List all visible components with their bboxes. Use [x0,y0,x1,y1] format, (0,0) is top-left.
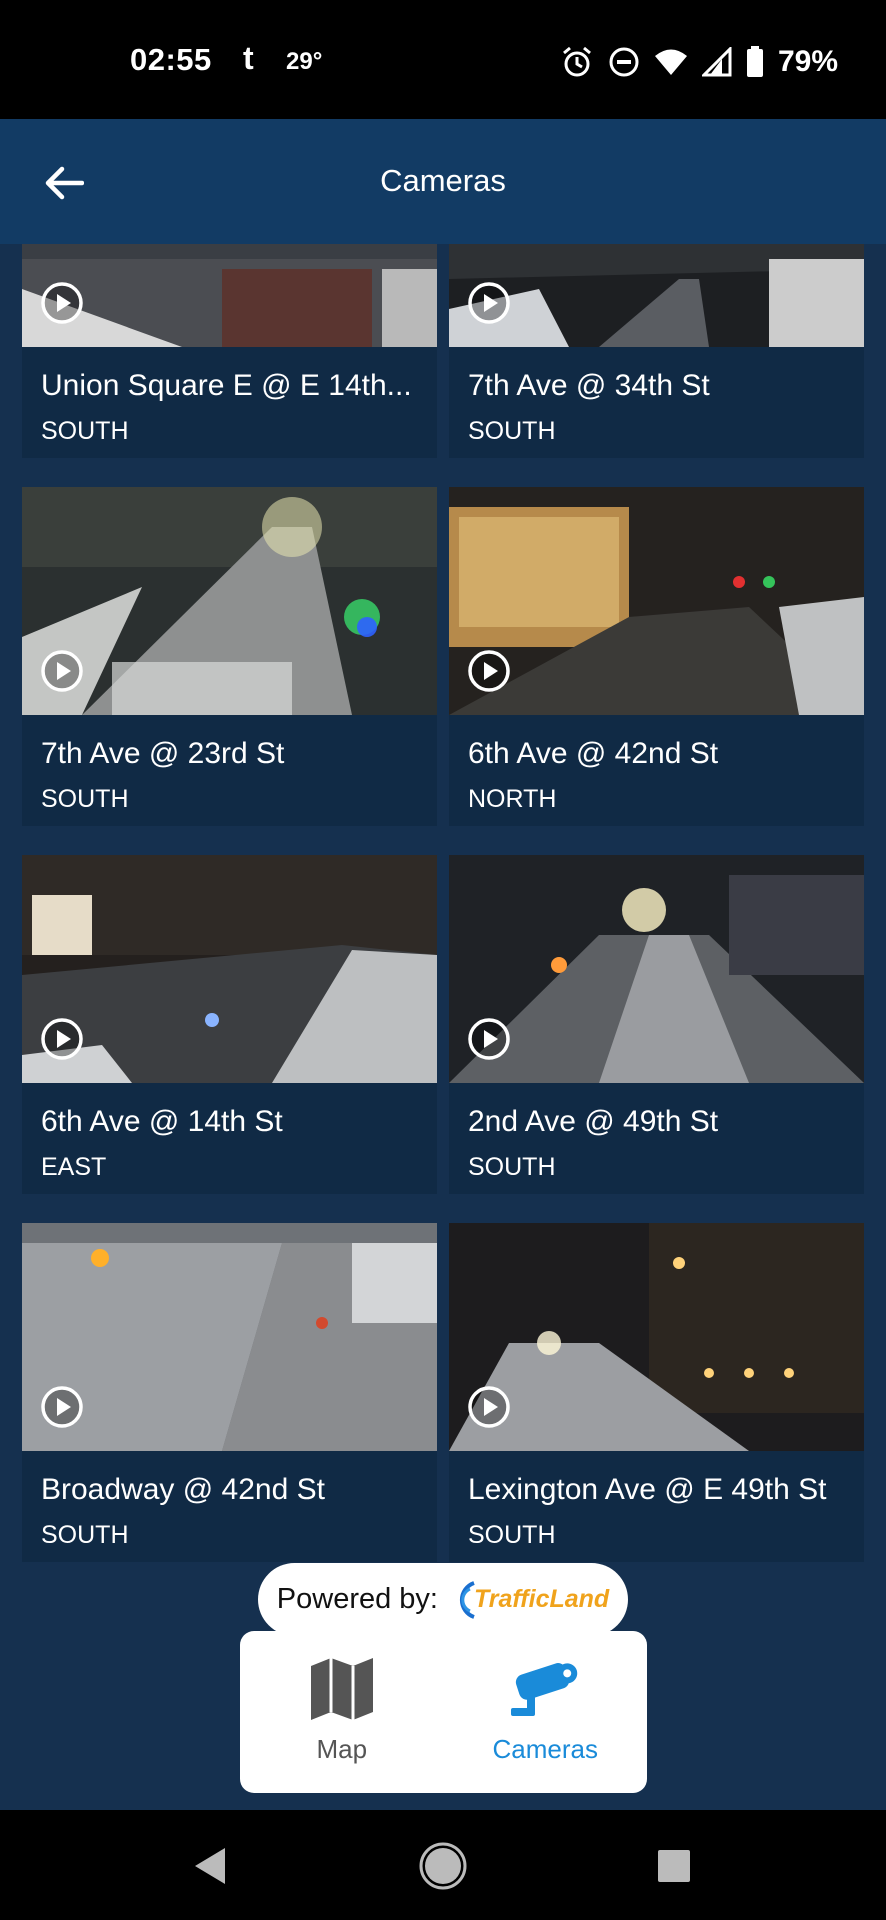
play-icon[interactable] [467,649,511,693]
wifi-icon [655,49,687,75]
camera-name: 7th Ave @ 23rd St [41,737,285,770]
camera-name: 6th Ave @ 14th St [41,1105,283,1138]
trafficland-logo-text: TrafficLand [473,1585,610,1613]
recents-square-icon [658,1850,690,1882]
camera-direction: SOUTH [468,417,556,445]
camera-direction: NORTH [468,785,557,813]
camera-card[interactable]: 7th Ave @ 34th St SOUTH [449,244,864,458]
camera-name: 7th Ave @ 34th St [468,369,710,402]
camera-icon [511,1663,578,1716]
camera-direction: EAST [41,1153,107,1181]
camera-card[interactable]: 6th Ave @ 42nd St NORTH [449,487,864,826]
camera-card[interactable]: 7th Ave @ 23rd St SOUTH [22,487,437,826]
map-icon [310,1658,373,1720]
camera-thumbnail [449,244,864,347]
system-back-button[interactable] [185,1840,237,1892]
battery-icon [747,46,763,77]
back-triangle-icon [195,1848,225,1884]
play-icon[interactable] [40,281,84,325]
app-bar: Cameras [0,119,886,244]
camera-thumbnail [449,487,864,715]
tab-map-label: Map [316,1734,368,1764]
camera-thumbnail [22,1223,437,1451]
camera-direction: SOUTH [41,785,129,813]
camera-thumbnail [22,487,437,715]
play-icon[interactable] [40,1385,84,1429]
tumblr-notification-icon: t [243,40,254,76]
play-icon[interactable] [467,281,511,325]
system-navigation-bar [0,1810,886,1920]
dnd-icon [609,47,639,77]
battery-percentage: 79% [778,45,839,78]
camera-name: 6th Ave @ 42nd St [468,737,719,770]
play-icon[interactable] [40,1017,84,1061]
camera-card[interactable]: 2nd Ave @ 49th St SOUTH [449,855,864,1194]
signal-icon [702,47,732,77]
bottom-navigation: Map Cameras [240,1631,647,1793]
tab-cameras[interactable]: Cameras [444,1631,648,1793]
powered-by-badge[interactable]: Powered by: TrafficLand [258,1563,628,1636]
powered-by-label: Powered by: [276,1583,438,1615]
camera-name: Broadway @ 42nd St [41,1473,325,1506]
status-temperature: 29° [286,48,323,75]
alarm-icon [563,46,591,77]
home-circle-icon [419,1842,467,1890]
system-recents-button[interactable] [648,1840,700,1892]
status-bar: 02:55 t 29° 79% [0,0,886,119]
camera-thumbnail [449,855,864,1083]
camera-card[interactable]: Lexington Ave @ E 49th St SOUTH [449,1223,864,1562]
camera-name: 2nd Ave @ 49th St [468,1105,719,1138]
camera-direction: SOUTH [41,417,129,445]
camera-thumbnail [22,855,437,1083]
camera-name: Lexington Ave @ E 49th St [468,1473,827,1506]
camera-thumbnail [22,244,437,347]
status-time: 02:55 [130,42,212,77]
camera-direction: SOUTH [468,1153,556,1181]
play-icon[interactable] [40,649,84,693]
play-icon[interactable] [467,1017,511,1061]
camera-name: Union Square E @ E 14th... [41,369,412,402]
trafficland-logo: TrafficLand [448,1579,609,1621]
tab-cameras-label: Cameras [492,1734,598,1764]
camera-card[interactable]: Union Square E @ E 14th... SOUTH [22,244,437,458]
play-icon[interactable] [467,1385,511,1429]
system-home-button[interactable] [417,1840,469,1892]
camera-direction: SOUTH [41,1521,129,1549]
tab-map[interactable]: Map [240,1631,444,1793]
camera-card[interactable]: Broadway @ 42nd St SOUTH [22,1223,437,1562]
camera-thumbnail [449,1223,864,1451]
page-title: Cameras [380,163,506,198]
camera-card[interactable]: 6th Ave @ 14th St EAST [22,855,437,1194]
camera-direction: SOUTH [468,1521,556,1549]
status-icons: 79% [560,42,838,82]
